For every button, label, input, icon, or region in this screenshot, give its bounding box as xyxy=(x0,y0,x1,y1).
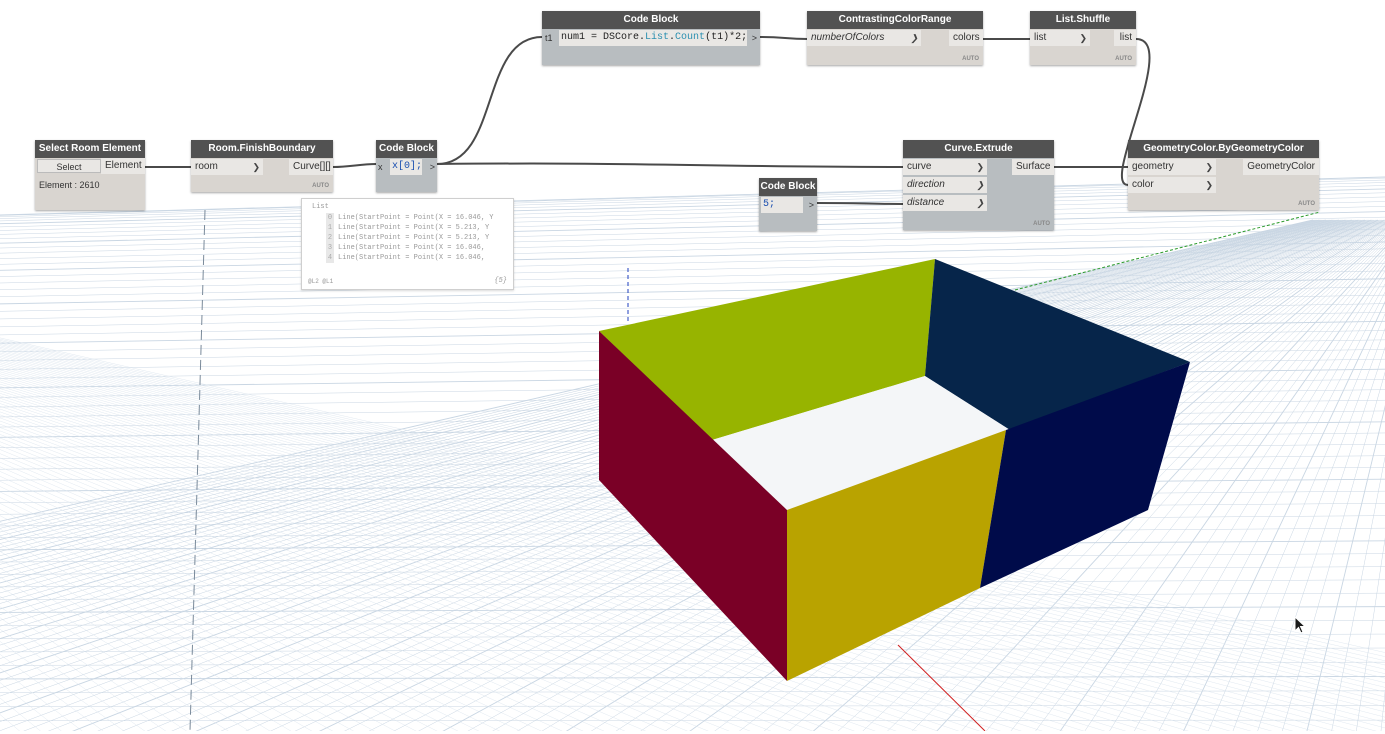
node-title: GeometryColor.ByGeometryColor xyxy=(1128,140,1319,158)
node-title: Code Block xyxy=(376,140,437,158)
row-index: 0 xyxy=(326,213,334,223)
lacing-auto-label: AUTO xyxy=(1033,221,1050,227)
node-room-finish-boundary[interactable]: Room.FinishBoundary room ❯ Curve[][] AUTO xyxy=(191,140,333,192)
output-port-curve[interactable]: Curve[][] xyxy=(289,159,333,175)
mouse-pointer-icon xyxy=(1294,616,1307,634)
preview-row: 2 Line(StartPoint = Point(X = 5.213, Y xyxy=(326,233,512,243)
output-port[interactable]: > xyxy=(430,159,435,175)
input-port-number-of-colors[interactable]: numberOfColors ❯ xyxy=(807,30,921,46)
output-port-list[interactable]: list xyxy=(1114,30,1136,46)
output-port-surface[interactable]: Surface xyxy=(1012,159,1054,175)
output-port[interactable]: > xyxy=(752,30,757,46)
port-label: numberOfColors xyxy=(811,32,885,43)
chevron-right-icon: ❯ xyxy=(976,198,984,208)
row-index: 4 xyxy=(326,253,334,263)
row-text: Line(StartPoint = Point(X = 16.046, Y xyxy=(338,214,494,222)
lacing-auto-label: AUTO xyxy=(1115,56,1132,62)
port-label: direction xyxy=(907,179,945,190)
chevron-right-icon: ❯ xyxy=(1079,33,1087,43)
lacing-auto-label: AUTO xyxy=(312,183,329,189)
preview-list-levels: @L2 @L1 xyxy=(308,278,334,285)
preview-row: 1 Line(StartPoint = Point(X = 5.213, Y xyxy=(326,223,512,233)
row-index: 2 xyxy=(326,233,334,243)
code-editor[interactable]: x[0]; xyxy=(390,159,422,175)
node-curve-extrude[interactable]: Curve.Extrude curve ❯ direction ❯ distance… xyxy=(903,140,1054,230)
chevron-right-icon: ❯ xyxy=(1205,180,1213,190)
input-port-direction[interactable]: direction ❯ xyxy=(903,177,987,193)
node-geometry-color-by-geometry-color[interactable]: GeometryColor.ByGeometryColor geometry ❯ … xyxy=(1128,140,1319,210)
port-label: list xyxy=(1034,32,1047,43)
code-editor[interactable]: 5; xyxy=(761,197,803,213)
select-button[interactable]: Select xyxy=(37,159,101,173)
port-label: room xyxy=(195,161,218,172)
code-text-keyword: List xyxy=(645,32,670,43)
code-text-suffix: (t1)*2; xyxy=(705,32,748,43)
input-port-t1[interactable]: t1 xyxy=(545,30,553,46)
node-preview-bubble[interactable]: List 0 Line(StartPoint = Point(X = 16.046… xyxy=(301,198,514,290)
3d-background-preview[interactable] xyxy=(0,0,1385,734)
node-title: Code Block xyxy=(759,178,817,196)
preview-count: {5} xyxy=(494,277,507,285)
node-code-block-five[interactable]: Code Block 5; > xyxy=(759,178,817,231)
preview-list-label: List xyxy=(312,203,329,211)
row-text: Line(StartPoint = Point(X = 5.213, Y xyxy=(338,224,490,232)
output-port-element[interactable]: Element xyxy=(101,158,145,174)
chevron-right-icon: ❯ xyxy=(976,162,984,172)
input-port-curve[interactable]: curve ❯ xyxy=(903,159,987,175)
node-title: List.Shuffle xyxy=(1030,11,1136,29)
chevron-right-icon: ❯ xyxy=(976,180,984,190)
port-label: curve xyxy=(907,161,932,172)
preview-row: 3 Line(StartPoint = Point(X = 16.046, xyxy=(326,243,512,253)
lacing-auto-label: AUTO xyxy=(1298,201,1315,207)
row-text: Line(StartPoint = Point(X = 16.046, xyxy=(338,244,486,252)
node-contrasting-color-range[interactable]: ContrastingColorRange numberOfColors ❯ co… xyxy=(807,11,983,65)
output-port-geometry-color[interactable]: GeometryColor xyxy=(1243,159,1319,175)
row-text: Line(StartPoint = Point(X = 16.046, xyxy=(338,254,486,262)
node-title: Select Room Element xyxy=(35,140,145,158)
code-editor[interactable]: num1 = DSCore.List.Count(t1)*2; xyxy=(559,30,747,46)
x-axis-line xyxy=(897,644,986,732)
chevron-right-icon: ❯ xyxy=(910,33,918,43)
input-port-list[interactable]: list ❯ xyxy=(1030,30,1090,46)
code-text-method: Count xyxy=(675,32,706,43)
node-title: Code Block xyxy=(542,11,760,29)
chevron-right-icon: ❯ xyxy=(252,162,260,172)
output-port[interactable]: > xyxy=(809,197,814,213)
lacing-auto-label: AUTO xyxy=(962,56,979,62)
port-label: geometry xyxy=(1132,161,1174,172)
node-code-block-index[interactable]: Code Block x x[0]; > xyxy=(376,140,437,192)
chevron-right-icon: ❯ xyxy=(1205,162,1213,172)
grid-canvas xyxy=(0,176,1385,734)
output-port-colors[interactable]: colors xyxy=(949,30,983,46)
node-title: ContrastingColorRange xyxy=(807,11,983,29)
element-status: Element : 2610 xyxy=(39,180,100,190)
node-code-block-count[interactable]: Code Block t1 num1 = DSCore.List.Count(t… xyxy=(542,11,760,65)
input-port-geometry[interactable]: geometry ❯ xyxy=(1128,159,1216,175)
node-list-shuffle[interactable]: List.Shuffle list ❯ list AUTO xyxy=(1030,11,1136,65)
row-index: 3 xyxy=(326,243,334,253)
preview-row: 0 Line(StartPoint = Point(X = 16.046, Y xyxy=(326,213,512,223)
port-label: distance xyxy=(907,197,945,208)
row-index: 1 xyxy=(326,223,334,233)
input-port-x[interactable]: x xyxy=(378,159,383,175)
code-text-prefix: num1 = DSCore. xyxy=(561,32,646,43)
input-port-color[interactable]: color ❯ xyxy=(1128,177,1216,193)
preview-row: 4 Line(StartPoint = Point(X = 16.046, xyxy=(326,253,512,263)
input-port-distance[interactable]: distance ❯ xyxy=(903,195,987,211)
input-port-room[interactable]: room ❯ xyxy=(191,159,263,175)
node-select-room-element[interactable]: Select Room Element Select Element Eleme… xyxy=(35,140,145,210)
node-title: Room.FinishBoundary xyxy=(191,140,333,158)
node-title: Curve.Extrude xyxy=(903,140,1054,158)
grid-dashed-line xyxy=(189,209,206,732)
port-label: color xyxy=(1132,179,1154,190)
row-text: Line(StartPoint = Point(X = 5.213, Y xyxy=(338,234,490,242)
